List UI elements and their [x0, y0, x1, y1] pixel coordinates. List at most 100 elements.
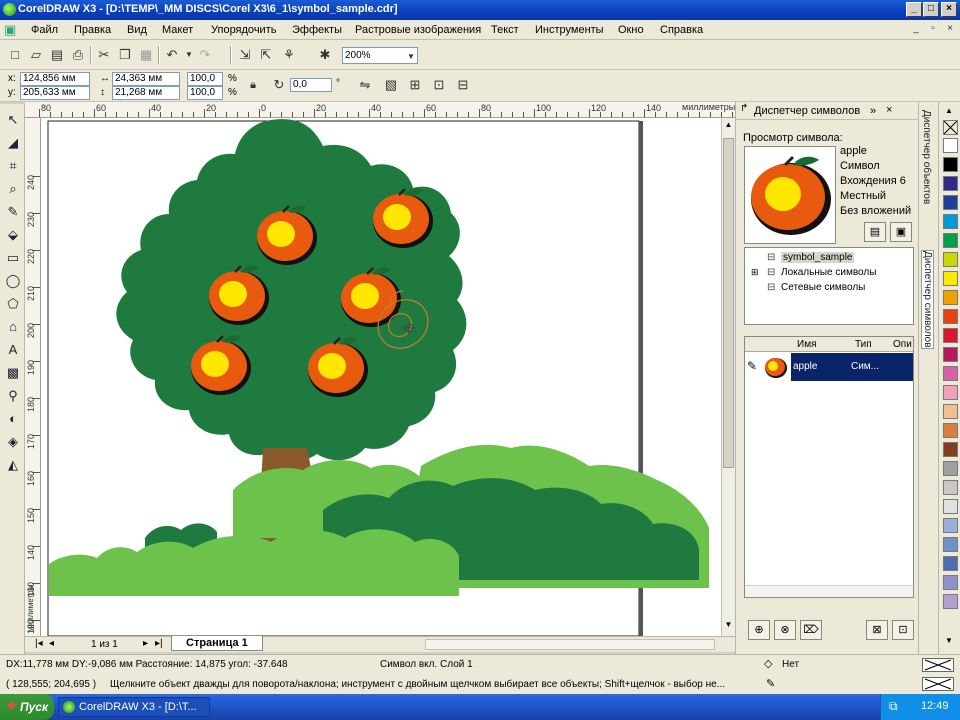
- docker-pin-icon[interactable]: ↱: [740, 103, 748, 114]
- menu-layout[interactable]: Макет: [162, 24, 193, 36]
- import-icon[interactable]: ⇲: [236, 46, 254, 64]
- copy-icon[interactable]: ❐: [116, 46, 134, 64]
- column-header-type[interactable]: Тип: [855, 339, 872, 350]
- cut-icon[interactable]: ✂: [95, 46, 113, 64]
- tree-expand-icon[interactable]: ⊞: [751, 267, 759, 278]
- tab-page-1[interactable]: Страница 1: [171, 636, 263, 651]
- color-swatch[interactable]: [943, 309, 958, 324]
- insert-symbol-button[interactable]: ⊕: [748, 620, 770, 640]
- color-swatch[interactable]: [943, 252, 958, 267]
- paste-icon[interactable]: ▦: [137, 46, 155, 64]
- text-tool-icon[interactable]: A: [3, 340, 23, 360]
- color-swatch[interactable]: [943, 328, 958, 343]
- tree-item-local-symbols[interactable]: Локальные символы: [781, 267, 876, 278]
- color-swatch[interactable]: [943, 157, 958, 172]
- rectangle-tool-icon[interactable]: ▭: [3, 248, 23, 268]
- mirror-icon[interactable]: ⇋: [356, 76, 374, 94]
- taskbar-task-coreldraw[interactable]: CorelDRAW X3 - [D:\T...: [58, 697, 210, 717]
- docker-collapse-icon[interactable]: »: [870, 105, 876, 117]
- color-swatch[interactable]: [943, 347, 958, 362]
- rotation-icon[interactable]: ↻: [270, 76, 288, 94]
- menu-window[interactable]: Окно: [618, 24, 644, 36]
- crop-tool-icon[interactable]: ⌗: [3, 156, 23, 176]
- export-symbol-button[interactable]: ▣: [890, 222, 912, 242]
- outline-tool-icon[interactable]: ◐: [3, 409, 23, 429]
- color-swatch[interactable]: [943, 404, 958, 419]
- export-icon[interactable]: ⇱: [257, 46, 275, 64]
- menu-bitmaps[interactable]: Растровые изображения: [355, 24, 481, 36]
- last-page-icon[interactable]: ▸|: [155, 638, 163, 649]
- vertical-ruler[interactable]: 240 230 220 210 200 190 180 170 160 150 140 130 120 м…: [25, 118, 41, 636]
- outline-swatch[interactable]: [922, 677, 954, 691]
- tab-symbol-manager[interactable]: Диспетчер символов: [921, 250, 934, 349]
- color-swatch[interactable]: [943, 195, 958, 210]
- freehand-tool-icon[interactable]: ✎: [3, 202, 23, 222]
- color-swatch[interactable]: [943, 233, 958, 248]
- symbol-manager-icon[interactable]: ⊡: [430, 76, 448, 94]
- menu-edit[interactable]: Правка: [74, 24, 111, 36]
- doc-close-button[interactable]: ×: [942, 22, 958, 37]
- edit-symbol-icon[interactable]: ▧: [382, 76, 400, 94]
- print-icon[interactable]: ⎙: [69, 46, 87, 64]
- first-page-icon[interactable]: |◂: [35, 638, 43, 649]
- column-header-name[interactable]: Имя: [797, 339, 816, 350]
- interactive-blend-tool-icon[interactable]: ▩: [3, 363, 23, 383]
- width-field[interactable]: 24,363 мм: [112, 72, 180, 86]
- table-hscroll[interactable]: [745, 585, 913, 597]
- color-swatch[interactable]: [943, 385, 958, 400]
- start-button[interactable]: ❖ Пуск: [0, 694, 54, 720]
- doc-minimize-button[interactable]: _: [908, 22, 924, 37]
- palette-scroll-up-icon[interactable]: ▲: [945, 106, 953, 115]
- tray-network-icon[interactable]: ⧉: [889, 699, 898, 714]
- doc-restore-button[interactable]: ▫: [925, 22, 941, 37]
- color-swatch[interactable]: [943, 461, 958, 476]
- horizontal-scrollbar[interactable]: [425, 639, 715, 650]
- wrap-text-icon[interactable]: ⊟: [454, 76, 472, 94]
- lock-ratio-icon[interactable]: 🔒︎: [244, 76, 262, 94]
- maximize-button[interactable]: □: [923, 2, 939, 17]
- color-swatch[interactable]: [943, 556, 958, 571]
- delete-symbol-button[interactable]: ⊗: [774, 620, 796, 640]
- eyedropper-tool-icon[interactable]: ⚲: [3, 386, 23, 406]
- next-page-icon[interactable]: ▸: [143, 638, 148, 649]
- menu-arrange[interactable]: Упорядочить: [211, 24, 276, 36]
- scale-height-field[interactable]: 100,0: [187, 86, 223, 100]
- shape-tool-icon[interactable]: ◢: [3, 133, 23, 153]
- color-swatch[interactable]: [943, 176, 958, 191]
- color-swatch[interactable]: [943, 575, 958, 590]
- menu-help[interactable]: Справка: [660, 24, 703, 36]
- x-position-field[interactable]: 124,856 мм: [20, 72, 90, 86]
- color-swatch[interactable]: [943, 518, 958, 533]
- menu-text[interactable]: Текст: [491, 24, 519, 36]
- color-swatch[interactable]: [943, 138, 958, 153]
- drawing-canvas[interactable]: [41, 118, 721, 636]
- scroll-up-icon[interactable]: ▲: [723, 120, 734, 132]
- save-icon[interactable]: ▤: [48, 46, 66, 64]
- color-swatch[interactable]: [943, 271, 958, 286]
- fill-tool-icon[interactable]: ◈: [3, 432, 23, 452]
- no-fill-swatch[interactable]: [943, 120, 958, 135]
- scale-symbols-button[interactable]: ⊠: [866, 620, 888, 640]
- color-swatch[interactable]: [943, 423, 958, 438]
- fill-swatch[interactable]: [922, 658, 954, 672]
- polygon-tool-icon[interactable]: ⬠: [3, 294, 23, 314]
- palette-scroll-down-icon[interactable]: ▼: [945, 636, 953, 645]
- document-icon[interactable]: ▣: [4, 22, 16, 38]
- docker-close-icon[interactable]: ×: [886, 104, 892, 116]
- new-document-icon[interactable]: □: [6, 46, 24, 64]
- ellipse-tool-icon[interactable]: ◯: [3, 271, 23, 291]
- menu-view[interactable]: Вид: [127, 24, 147, 36]
- menu-file[interactable]: Файл: [31, 24, 58, 36]
- tab-object-manager[interactable]: Диспетчер объектов: [921, 110, 932, 204]
- revert-to-objects-icon[interactable]: ⊞: [406, 76, 424, 94]
- table-row[interactable]: ✎ apple Сим...: [745, 353, 913, 381]
- app-launcher-icon[interactable]: ⚘: [280, 46, 298, 64]
- tree-item-symbol-sample[interactable]: symbol_sample: [781, 252, 855, 263]
- color-swatch[interactable]: [943, 214, 958, 229]
- pick-tool-icon[interactable]: ↖: [3, 110, 23, 130]
- app-icon[interactable]: [3, 3, 16, 16]
- basic-shapes-tool-icon[interactable]: ⌂: [3, 317, 23, 337]
- corel-online-icon[interactable]: ✱: [316, 46, 334, 64]
- close-button[interactable]: ×: [941, 2, 957, 17]
- color-swatch[interactable]: [943, 290, 958, 305]
